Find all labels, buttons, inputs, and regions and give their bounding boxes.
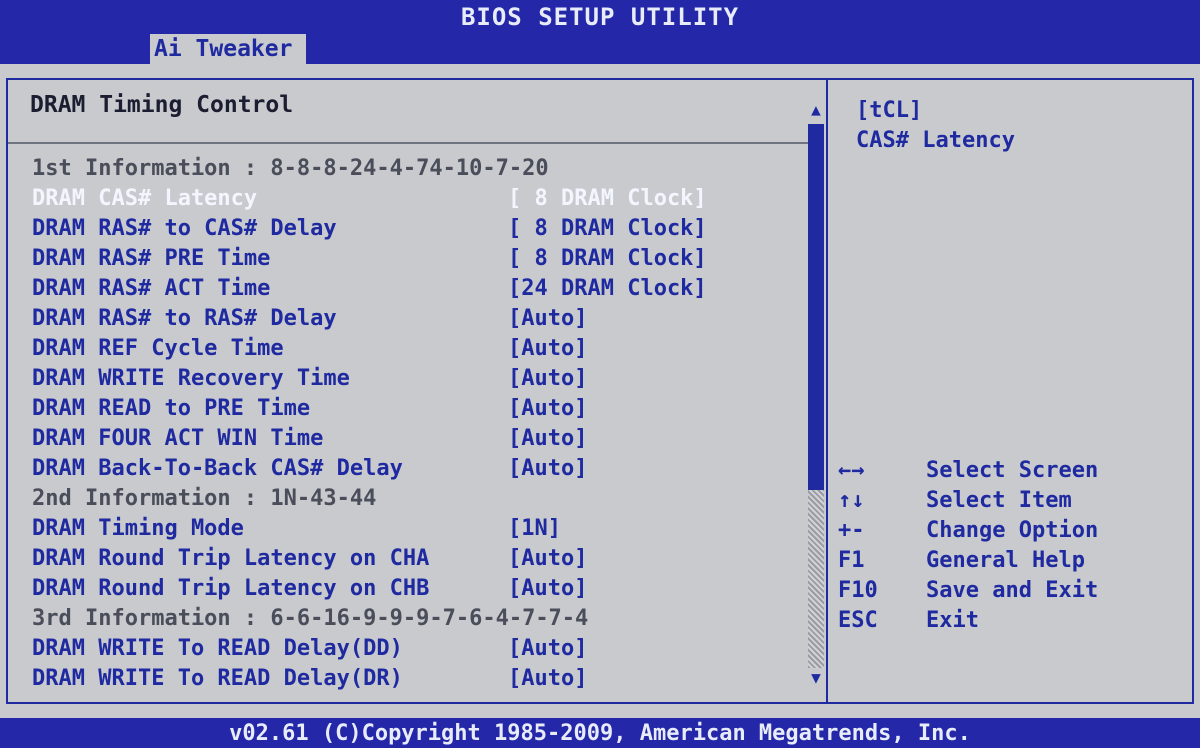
setting-value[interactable]: [Auto] [508,454,587,484]
setting-row[interactable]: DRAM RAS# to CAS# Delay [ 8 DRAM Clock] [32,214,792,244]
setting-label: DRAM WRITE To READ Delay(DD) [32,636,403,661]
setting-value[interactable]: [ 8 DRAM Clock] [508,184,707,214]
setting-label: DRAM RAS# PRE Time [32,246,271,271]
setting-label: DRAM RAS# to RAS# Delay [32,306,337,331]
info-line: 1st Information : 8-8-8-24-4-74-10-7-20 [32,154,792,184]
setting-label: DRAM FOUR ACT WIN Time [32,426,324,451]
setting-label: DRAM WRITE To READ Delay(DR) [32,666,403,691]
setting-value[interactable]: [ 8 DRAM Clock] [508,244,707,274]
setting-label: DRAM RAS# ACT Time [32,276,271,301]
key-name: ESC [838,608,878,633]
key-legend-row: ESC Exit [838,606,1188,636]
setting-value[interactable]: [Auto] [508,634,587,664]
section-title: DRAM Timing Control [30,92,294,118]
key-legend-row: ↑↓ Select Item [838,486,1188,516]
setting-label: DRAM Back-To-Back CAS# Delay [32,456,403,481]
setting-label: 3rd Information : 6-6-16-9-9-9-7-6-4-7-7… [32,606,589,631]
window-title-bar: BIOS SETUP UTILITY [0,0,1200,34]
setting-row[interactable]: DRAM WRITE To READ Delay(DD) [Auto] [32,634,792,664]
setting-value[interactable]: [Auto] [508,424,587,454]
scroll-up-icon[interactable]: ▲ [808,100,824,119]
key-description: General Help [926,548,1085,573]
key-legend-row: F1 General Help [838,546,1188,576]
setting-value[interactable]: [Auto] [508,334,587,364]
setting-value[interactable]: [24 DRAM Clock] [508,274,707,304]
setting-label: DRAM READ to PRE Time [32,396,311,421]
setting-label: DRAM RAS# to CAS# Delay [32,216,337,241]
key-description: Save and Exit [926,578,1099,603]
setting-row[interactable]: DRAM Round Trip Latency on CHA [Auto] [32,544,792,574]
setting-value[interactable]: [ 8 DRAM Clock] [508,214,707,244]
key-legend-row: ←→ Select Screen [838,456,1188,486]
info-line: 3rd Information : 6-6-16-9-9-9-7-6-4-7-7… [32,604,792,634]
setting-label: 1st Information : 8-8-8-24-4-74-10-7-20 [32,156,549,181]
key-name: F10 [838,578,878,603]
key-name: F1 [838,548,865,573]
setting-value[interactable]: [Auto] [508,364,587,394]
tab-ai-tweaker[interactable]: Ai Tweaker [150,34,306,64]
setting-value[interactable]: [Auto] [508,574,587,604]
key-description: Change Option [926,518,1099,543]
setting-label: DRAM Timing Mode [32,516,244,541]
scrollbar-thumb[interactable] [808,124,824,490]
key-description: Select Item [926,488,1072,513]
setting-row[interactable]: DRAM REF Cycle Time [Auto] [32,334,792,364]
key-name: ↑↓ [838,488,865,513]
setting-label: DRAM REF Cycle Time [32,336,284,361]
help-description: CAS# Latency [856,128,1015,153]
setting-value[interactable]: [Auto] [508,394,587,424]
setting-row[interactable]: DRAM READ to PRE Time [Auto] [32,394,792,424]
key-legend-row: +- Change Option [838,516,1188,546]
setting-value[interactable]: [Auto] [508,304,587,334]
scrollbar-track[interactable] [808,490,824,668]
setting-label: DRAM Round Trip Latency on CHA [32,546,430,571]
key-legend-row: F10 Save and Exit [838,576,1188,606]
setting-row[interactable]: DRAM Back-To-Back CAS# Delay [Auto] [32,454,792,484]
key-name: ←→ [838,458,865,483]
key-name: +- [838,518,865,543]
scroll-down-icon[interactable]: ▼ [808,668,824,687]
setting-row[interactable]: DRAM RAS# PRE Time [ 8 DRAM Clock] [32,244,792,274]
setting-label: DRAM WRITE Recovery Time [32,366,350,391]
setting-row[interactable]: DRAM WRITE To READ Delay(DR) [Auto] [32,664,792,694]
help-title: [tCL] [856,98,923,123]
section-separator [8,142,808,144]
setting-value[interactable]: [Auto] [508,664,587,694]
tab-bar: Ai Tweaker [0,34,1200,64]
setting-row[interactable]: DRAM WRITE Recovery Time [Auto] [32,364,792,394]
setting-label: DRAM CAS# Latency [32,186,258,211]
setting-row[interactable]: DRAM Timing Mode [1N] [32,514,792,544]
setting-row[interactable]: DRAM CAS# Latency [ 8 DRAM Clock] [32,184,792,214]
setting-row[interactable]: DRAM FOUR ACT WIN Time [Auto] [32,424,792,454]
setting-value[interactable]: [1N] [508,514,561,544]
setting-label: DRAM Round Trip Latency on CHB [32,576,430,601]
copyright-text: v02.61 (C)Copyright 1985-2009, American … [229,720,971,746]
setting-row[interactable]: DRAM RAS# to RAS# Delay [Auto] [32,304,792,334]
setting-row[interactable]: DRAM RAS# ACT Time [24 DRAM Clock] [32,274,792,304]
footer-copyright: v02.61 (C)Copyright 1985-2009, American … [0,718,1200,748]
info-line: 2nd Information : 1N-43-44 [32,484,792,514]
setting-row[interactable]: DRAM Round Trip Latency on CHB [Auto] [32,574,792,604]
setting-label: 2nd Information : 1N-43-44 [32,486,377,511]
key-description: Select Screen [926,458,1099,483]
setting-value[interactable]: [Auto] [508,544,587,574]
key-description: Exit [926,608,979,633]
window-title: BIOS SETUP UTILITY [460,3,740,31]
panel-divider [826,78,828,704]
